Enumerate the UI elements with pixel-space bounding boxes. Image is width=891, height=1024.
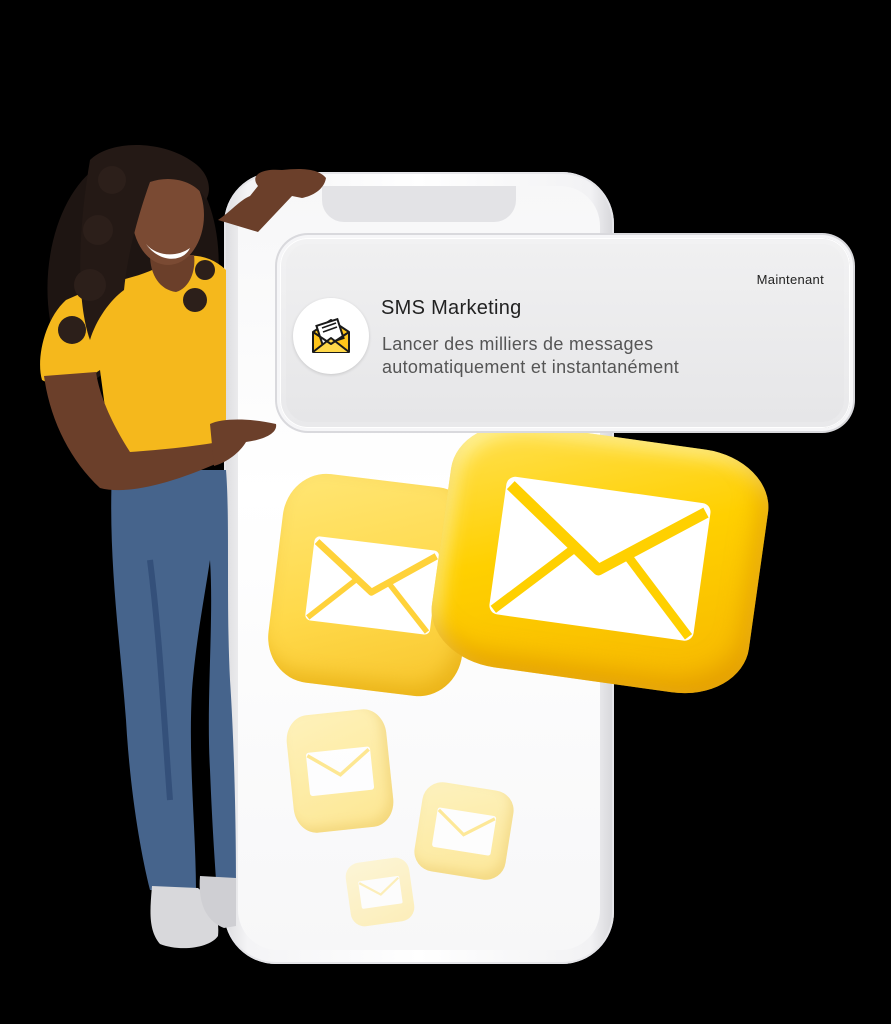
hero-illustration: Maintenant SMS Marketing Lancer des mill… (0, 0, 891, 1024)
envelope-tile-icon (424, 414, 776, 703)
envelope-tile-icon (284, 707, 396, 835)
envelope-tile-icon (343, 855, 417, 929)
notification-title: SMS Marketing (381, 297, 522, 319)
notification-body-line: Lancer des milliers de messages (382, 334, 654, 354)
notification-body: Lancer des milliers de messages automati… (382, 333, 782, 379)
envelope-document-icon (312, 317, 350, 353)
notification-body-line: automatiquement et instantanément (382, 357, 680, 377)
notification-time: Maintenant (756, 272, 824, 287)
notification-app-icon (293, 298, 369, 374)
phone-notch (322, 186, 516, 222)
envelope-tile-icon (411, 779, 517, 883)
